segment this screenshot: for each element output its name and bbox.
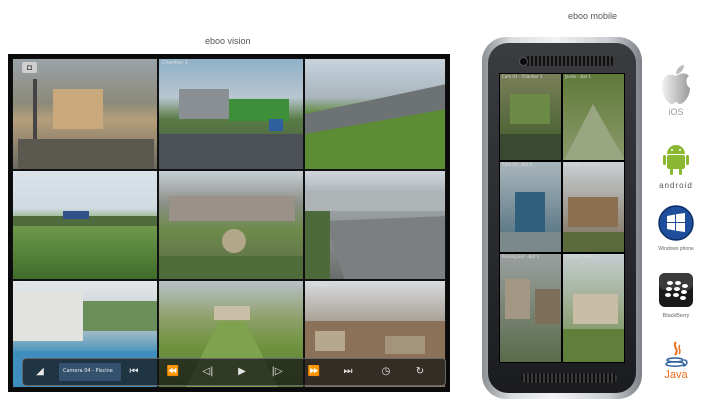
camera-tile-image — [159, 196, 303, 279]
skip-to-start-icon[interactable]: ⏮ — [127, 365, 141, 379]
mobile-camera-tile-title: Cam 03 - Chantier — [565, 162, 602, 167]
camera-tile-title: Chantier 2 — [308, 282, 335, 288]
platform-android: android — [655, 142, 697, 190]
eboo-vision-camera-wall: Chantier 1 Stade 2 Hotel Chantier 2 ◘ — [8, 54, 450, 392]
play-icon[interactable]: ▶ — [235, 365, 249, 379]
mobile-camera-tile-title: Cam 02 - Bat 2 — [502, 162, 533, 167]
mobile-camera-tile-title: Jardin - Bat 1 — [565, 74, 591, 79]
mobile-camera-tile-title: Cam 01 - Chantier 1 — [502, 74, 543, 79]
mobile-camera-tile-image — [500, 94, 561, 160]
blackberry-icon — [659, 273, 693, 307]
platform-java-label: Java — [664, 369, 688, 381]
mobile-camera-tile-image — [563, 294, 624, 362]
smartphone-frame: Cam 01 - Chantier 1 Jardin - Bat 1 Cam 0… — [482, 37, 642, 399]
mobile-camera-tile[interactable]: Jardin - Bat 1 — [562, 73, 625, 161]
mobile-camera-tile-image — [505, 279, 560, 324]
camera-tile[interactable] — [304, 58, 446, 170]
apple-icon — [662, 65, 690, 104]
speaker-grill-top — [523, 56, 615, 66]
skip-to-end-icon[interactable]: ⏭ — [341, 365, 355, 379]
camera-tile-image — [305, 191, 445, 279]
camera-tile-image — [18, 79, 154, 169]
camera-tile[interactable] — [12, 58, 158, 170]
rewind-icon[interactable]: ⏪ — [166, 365, 180, 379]
eboo-mobile-label: eboo mobile — [568, 11, 618, 21]
eboo-vision-label: eboo vision — [205, 36, 251, 46]
volume-icon[interactable]: ◢ — [33, 365, 47, 379]
camera-tile[interactable] — [158, 170, 304, 280]
camera-tile-title: Chantier 1 — [162, 60, 189, 66]
mobile-camera-tile[interactable]: Cam 02 - Bat 2 — [499, 161, 562, 253]
smartphone-face: Cam 01 - Chantier 1 Jardin - Bat 1 Cam 0… — [488, 43, 636, 393]
step-forward-icon[interactable]: |▷ — [270, 365, 284, 379]
camera-tile-image — [13, 211, 157, 226]
camera-tile-image — [305, 84, 445, 169]
layout-toggle-icon[interactable]: ◘ — [22, 62, 37, 73]
refresh-icon[interactable]: ↻ — [413, 365, 427, 379]
eboo-mobile-screen: Cam 01 - Chantier 1 Jardin - Bat 1 Cam 0… — [499, 73, 625, 363]
platform-windows-label: Windows phone — [658, 246, 694, 252]
playback-control-bar: ◢ Camera 04 - Piscine ⏮ ⏪ ◁| ▶ |▷ ⏩ ⏭ ◷ … — [22, 358, 446, 386]
mobile-camera-tile-image — [563, 197, 624, 252]
fast-forward-icon[interactable]: ⏩ — [307, 365, 321, 379]
camera-tile[interactable]: Chantier 1 — [158, 58, 304, 170]
platform-blackberry-label: BlackBerry — [662, 313, 690, 319]
platform-android-label: android — [659, 181, 693, 190]
camera-tile[interactable] — [304, 170, 446, 280]
android-icon — [663, 145, 689, 175]
clock-icon[interactable]: ◷ — [379, 365, 393, 379]
mobile-camera-tile[interactable]: Cam 04 - Ville — [562, 253, 625, 363]
clip-title: Camera 04 - Piscine — [63, 368, 113, 374]
mobile-camera-tile-image — [500, 192, 561, 252]
platform-blackberry: BlackBerry — [655, 272, 697, 319]
camera-tile[interactable]: Stade 2 — [12, 170, 158, 280]
mobile-camera-tile-title: Parking Ext - Bat 1 — [502, 254, 540, 259]
mobile-camera-tile-title: Cam 04 - Ville — [565, 254, 593, 259]
windows-phone-icon — [658, 205, 694, 241]
java-icon — [665, 341, 688, 367]
camera-tile-title: Hotel — [16, 282, 30, 288]
camera-tile-title: Stade 2 — [16, 172, 36, 178]
platform-windows-phone: Windows phone — [655, 205, 697, 252]
step-back-icon[interactable]: ◁| — [201, 365, 215, 379]
platform-java: Java — [655, 340, 697, 381]
platform-ios-label: iOS — [668, 107, 684, 117]
speaker-grill-bottom — [521, 373, 617, 383]
mobile-camera-tile[interactable]: Cam 03 - Chantier — [562, 161, 625, 253]
platform-ios: iOS — [655, 62, 697, 117]
front-camera-icon — [519, 57, 528, 66]
mobile-camera-tile[interactable]: Cam 01 - Chantier 1 — [499, 73, 562, 161]
camera-tile-image — [159, 89, 303, 169]
mobile-camera-tile[interactable]: Parking Ext - Bat 1 — [499, 253, 562, 363]
mobile-camera-tile-image — [564, 104, 624, 160]
